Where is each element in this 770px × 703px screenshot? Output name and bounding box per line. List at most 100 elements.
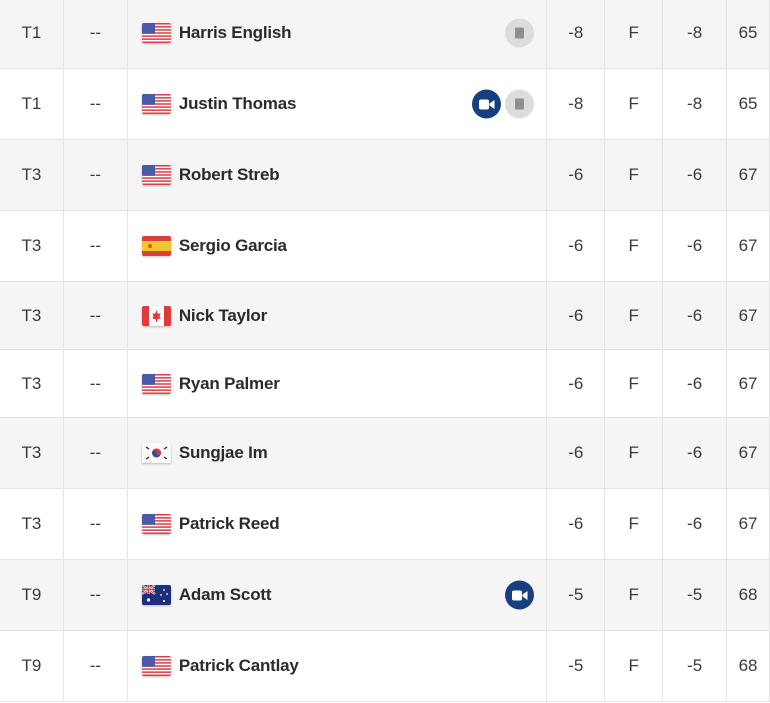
leaderboard-row[interactable]: T3 -- Ryan Palmer -6 F -6 67 (0, 350, 770, 418)
r1-score-cell: 65 (727, 0, 770, 68)
leaderboard-row[interactable]: T3 -- Nick Taylor -6 F -6 67 (0, 282, 770, 350)
player-name[interactable]: Sergio Garcia (179, 236, 287, 256)
leaderboard-row[interactable]: T3 -- Patrick Reed -6 F -6 67 (0, 489, 770, 560)
position-cell: T9 (0, 560, 64, 630)
flag-usa-icon (141, 373, 171, 394)
movement-cell: -- (64, 0, 128, 68)
player-cell[interactable]: Patrick Cantlay (128, 631, 548, 701)
player-name[interactable]: Harris English (179, 23, 292, 43)
player-cell[interactable]: Patrick Reed (128, 489, 548, 559)
player-name[interactable]: Nick Taylor (179, 306, 267, 326)
flag-aus-icon (141, 585, 171, 605)
player-name[interactable]: Sungjae Im (179, 443, 268, 463)
movement-cell: -- (64, 489, 128, 559)
position-cell: T3 (0, 211, 64, 281)
player-name[interactable]: Adam Scott (179, 585, 272, 605)
flag-esp-icon (141, 236, 171, 256)
round-cell: -5 (663, 631, 728, 701)
movement-cell: -- (64, 69, 128, 139)
position-cell: T3 (0, 489, 64, 559)
player-name[interactable]: Patrick Reed (179, 514, 280, 534)
position-cell: T9 (0, 631, 64, 701)
movement-cell: -- (64, 282, 128, 349)
r1-score-cell: 67 (727, 140, 770, 210)
movement-cell: -- (64, 140, 128, 210)
round-cell: -6 (663, 350, 728, 417)
flag-usa-icon (141, 165, 171, 185)
player-cell[interactable]: Sergio Garcia (128, 211, 548, 281)
video-camera-icon[interactable] (505, 580, 535, 610)
player-cell[interactable]: Adam Scott (128, 560, 548, 630)
thru-cell: F (605, 0, 664, 68)
thru-cell: F (605, 69, 664, 139)
r1-score-cell: 67 (727, 211, 770, 281)
thru-cell: F (605, 211, 664, 281)
leaderboard-row[interactable]: T9 -- Adam Scott -5 F -5 68 (0, 560, 770, 631)
leaderboard-row[interactable]: T1 -- Harris English -8 F -8 65 (0, 0, 770, 69)
player-cell[interactable]: Justin Thomas (128, 69, 548, 139)
player-actions (505, 580, 535, 610)
player-cell[interactable]: Nick Taylor (128, 282, 548, 349)
position-cell: T3 (0, 350, 64, 417)
scorecard-icon[interactable] (505, 18, 535, 48)
movement-cell: -- (64, 631, 128, 701)
round-cell: -6 (663, 140, 728, 210)
to-par-cell: -8 (547, 0, 606, 68)
player-name[interactable]: Robert Streb (179, 165, 280, 185)
to-par-cell: -6 (547, 418, 606, 488)
thru-cell: F (605, 140, 664, 210)
leaderboard-row[interactable]: T3 -- Robert Streb -6 F -6 67 (0, 140, 770, 211)
round-cell: -5 (663, 560, 728, 630)
round-cell: -6 (663, 418, 728, 488)
leaderboard-row[interactable]: T9 -- Patrick Cantlay -5 F -5 68 (0, 631, 770, 702)
player-cell[interactable]: Sungjae Im (128, 418, 548, 488)
position-cell: T3 (0, 140, 64, 210)
round-cell: -6 (663, 282, 728, 349)
movement-cell: -- (64, 560, 128, 630)
movement-cell: -- (64, 350, 128, 417)
player-name[interactable]: Patrick Cantlay (179, 656, 299, 676)
leaderboard-row[interactable]: T3 -- Sungjae Im -6 F -6 67 (0, 418, 770, 489)
position-cell: T3 (0, 282, 64, 349)
round-cell: -8 (663, 0, 728, 68)
r1-score-cell: 67 (727, 350, 770, 417)
r1-score-cell: 67 (727, 489, 770, 559)
thru-cell: F (605, 282, 664, 349)
thru-cell: F (605, 560, 664, 630)
leaderboard-row[interactable]: T3 -- Sergio Garcia -6 F -6 67 (0, 211, 770, 282)
to-par-cell: -6 (547, 350, 606, 417)
to-par-cell: -6 (547, 489, 606, 559)
thru-cell: F (605, 418, 664, 488)
r1-score-cell: 67 (727, 418, 770, 488)
position-cell: T1 (0, 0, 64, 68)
to-par-cell: -6 (547, 282, 606, 349)
player-actions (505, 18, 535, 48)
player-cell[interactable]: Robert Streb (128, 140, 548, 210)
to-par-cell: -6 (547, 211, 606, 281)
player-name[interactable]: Ryan Palmer (179, 374, 280, 394)
player-cell[interactable]: Harris English (128, 0, 548, 68)
to-par-cell: -5 (547, 560, 606, 630)
flag-usa-icon (141, 656, 171, 676)
video-camera-icon[interactable] (472, 89, 502, 119)
flag-usa-icon (141, 94, 171, 114)
r1-score-cell: 68 (727, 631, 770, 701)
flag-usa-icon (141, 514, 171, 534)
thru-cell: F (605, 489, 664, 559)
leaderboard-table: T1 -- Harris English -8 F -8 65 T1 -- Ju… (0, 0, 770, 702)
flag-kor-icon (141, 443, 171, 463)
scorecard-glyph (515, 27, 525, 39)
thru-cell: F (605, 350, 664, 417)
player-name[interactable]: Justin Thomas (179, 94, 297, 114)
thru-cell: F (605, 631, 664, 701)
to-par-cell: -8 (547, 69, 606, 139)
r1-score-cell: 68 (727, 560, 770, 630)
round-cell: -8 (663, 69, 728, 139)
movement-cell: -- (64, 211, 128, 281)
scorecard-glyph (515, 98, 525, 110)
movement-cell: -- (64, 418, 128, 488)
player-cell[interactable]: Ryan Palmer (128, 350, 548, 417)
scorecard-icon[interactable] (505, 89, 535, 119)
flag-can-icon (141, 305, 171, 326)
leaderboard-row[interactable]: T1 -- Justin Thomas -8 F -8 65 (0, 69, 770, 140)
